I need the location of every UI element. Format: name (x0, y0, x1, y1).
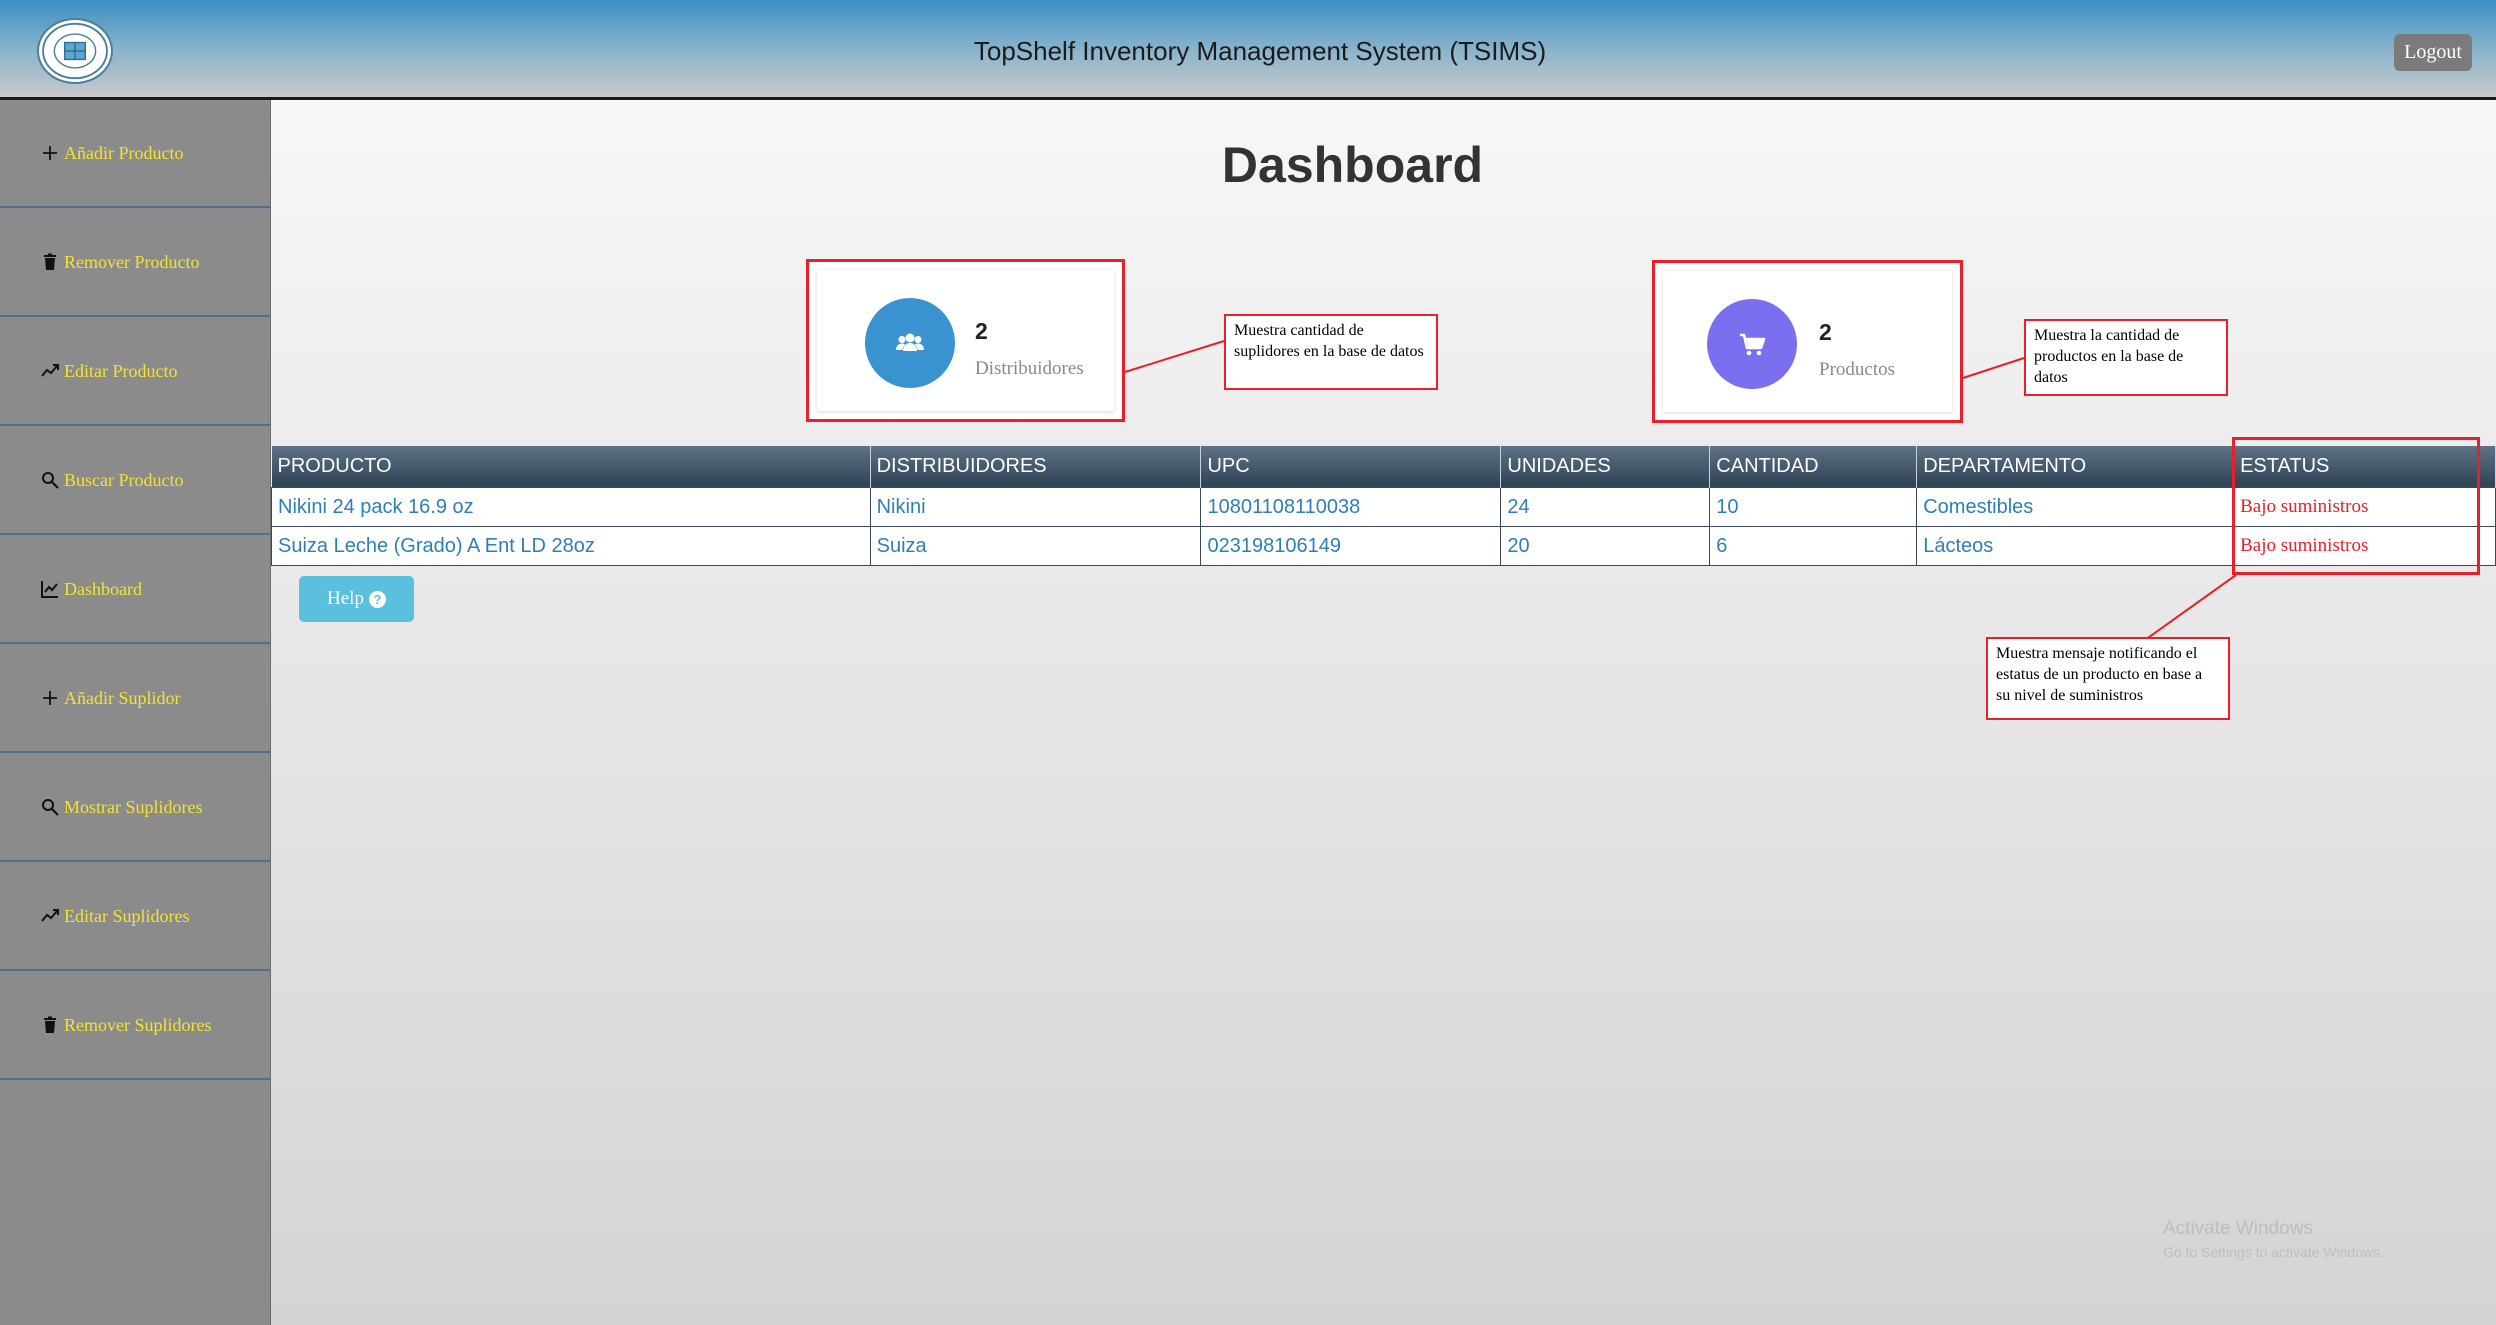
sidebar-item-label: Editar Producto (64, 360, 178, 381)
cell-cantidad[interactable]: 10 (1709, 487, 1918, 527)
cell-departamento[interactable]: Lácteos (1916, 526, 2235, 566)
cell-departamento[interactable]: Comestibles (1916, 487, 2235, 527)
sidebar-item-mostrar-suplidores[interactable]: Mostrar Suplidores (0, 754, 270, 862)
sidebar-item-label: Dashboard (64, 578, 142, 599)
trash-icon (40, 1015, 60, 1035)
cell-distribuidor[interactable]: Nikini (869, 487, 1202, 527)
column-header-departamento[interactable]: DEPARTAMENTO (1916, 446, 2235, 488)
question-circle-icon: ? (368, 590, 386, 608)
cell-cantidad[interactable]: 6 (1709, 526, 1918, 566)
column-header-distribuidores[interactable]: DISTRIBUIDORES (870, 446, 1202, 488)
note-estatus: Muestra mensaje notificando el estatus d… (1986, 637, 2230, 720)
sidebar-item-editar-suplidores[interactable]: Editar Suplidores (0, 863, 270, 971)
productos-card: 2 Productos (1652, 260, 1963, 423)
cell-producto[interactable]: Suiza Leche (Grado) A Ent LD 28oz (271, 526, 871, 566)
sidebar-item-label: Remover Suplidores (64, 1014, 212, 1035)
sidebar-item-label: Añadir Suplidor (64, 687, 181, 708)
note-distribuidores: Muestra cantidad de suplidores en la bas… (1224, 314, 1438, 390)
users-icon (865, 298, 955, 388)
app-header: TopShelf Inventory Management System (TS… (0, 0, 2496, 100)
search-icon (40, 797, 60, 817)
sidebar-item-label: Editar Suplidores (64, 905, 190, 926)
cell-unidades[interactable]: 20 (1500, 526, 1711, 566)
distribuidores-count: 2 (975, 318, 988, 344)
table-row[interactable]: Nikini 24 pack 16.9 oz Nikini 1080110811… (271, 487, 2496, 527)
sidebar-item-label: Remover Producto (64, 251, 200, 272)
cart-icon (1707, 299, 1797, 389)
column-header-cantidad[interactable]: CANTIDAD (1709, 446, 1918, 488)
plus-icon (40, 688, 60, 708)
sidebar-item-anadir-producto[interactable]: Añadir Producto (0, 100, 270, 208)
trash-icon (40, 252, 60, 272)
productos-count: 2 (1819, 319, 1832, 345)
logout-button[interactable]: Logout (2394, 34, 2472, 71)
cell-unidades[interactable]: 24 (1500, 487, 1711, 527)
inventory-table: PRODUCTO DISTRIBUIDORES UPC UNIDADES CAN… (271, 446, 2496, 566)
table-header-row: PRODUCTO DISTRIBUIDORES UPC UNIDADES CAN… (271, 446, 2496, 488)
sidebar: Añadir Producto Remover Producto Editar … (0, 100, 271, 1325)
productos-label: Productos (1819, 359, 1895, 380)
plus-icon (40, 143, 60, 163)
sidebar-item-label: Añadir Producto (64, 142, 184, 163)
table-row[interactable]: Suiza Leche (Grado) A Ent LD 28oz Suiza … (271, 526, 2496, 566)
help-label: Help (327, 588, 364, 609)
chart-line-icon (40, 579, 60, 599)
cell-upc[interactable]: 023198106149 (1200, 526, 1502, 566)
sidebar-item-anadir-suplidor[interactable]: Añadir Suplidor (0, 645, 270, 753)
sidebar-item-editar-producto[interactable]: Editar Producto (0, 318, 270, 426)
column-header-unidades[interactable]: UNIDADES (1500, 446, 1711, 488)
cell-distribuidor[interactable]: Suiza (869, 526, 1202, 566)
sidebar-item-label: Buscar Producto (64, 469, 184, 490)
watermark-line1: Activate Windows (2163, 1218, 2313, 1239)
estatus-highlight (2232, 437, 2480, 575)
note-productos: Muestra la cantidad de productos en la b… (2024, 319, 2228, 396)
distribuidores-label: Distribuidores (975, 358, 1084, 379)
trend-up-icon (40, 361, 60, 381)
app-title: TopShelf Inventory Management System (TS… (973, 36, 1547, 66)
cell-upc[interactable]: 10801108110038 (1200, 487, 1502, 527)
cell-producto[interactable]: Nikini 24 pack 16.9 oz (271, 487, 871, 527)
column-header-upc[interactable]: UPC (1200, 446, 1502, 488)
page-title: Dashboard (1221, 137, 1484, 193)
sidebar-item-dashboard[interactable]: Dashboard (0, 536, 270, 644)
windows-activation-watermark: Activate Windows Go to Settings to activ… (2163, 1218, 2384, 1260)
help-button[interactable]: Help ? (299, 576, 414, 622)
watermark-line2: Go to Settings to activate Windows. (2163, 1244, 2384, 1260)
sidebar-item-remover-suplidores[interactable]: Remover Suplidores (0, 972, 270, 1080)
sidebar-item-label: Mostrar Suplidores (64, 796, 203, 817)
distribuidores-card: 2 Distribuidores (806, 259, 1125, 422)
sidebar-item-buscar-producto[interactable]: Buscar Producto (0, 427, 270, 535)
trend-up-icon (40, 906, 60, 926)
column-header-producto[interactable]: PRODUCTO (271, 446, 871, 488)
sidebar-item-remover-producto[interactable]: Remover Producto (0, 209, 270, 317)
search-icon (40, 470, 60, 490)
